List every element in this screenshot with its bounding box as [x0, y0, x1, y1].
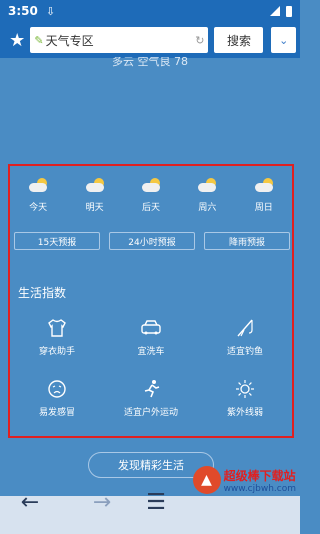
cloudy-sun-icon	[140, 178, 162, 194]
cloudy-sun-icon	[84, 178, 106, 194]
life-index-item[interactable]: 穿衣助手	[10, 316, 104, 357]
signal-icon	[270, 6, 280, 16]
download-icon: ⇩	[45, 4, 56, 18]
menu-icon[interactable]: ☰	[136, 482, 176, 522]
running-icon	[139, 377, 163, 401]
battery-icon	[286, 5, 292, 17]
back-arrow-icon[interactable]: ←	[10, 482, 50, 522]
24-hour-forecast-button[interactable]: 24小时预报	[109, 232, 195, 250]
life-index-item[interactable]: 适宜钓鱼	[198, 316, 292, 357]
forecast-row: 今天 明天 后天 周六 周日	[10, 178, 292, 213]
forecast-day-label: 周日	[254, 203, 273, 213]
status-time: 3:50	[8, 4, 38, 18]
weather-summary: 多云 空气良 78	[112, 57, 188, 68]
forward-arrow-icon[interactable]: →	[82, 482, 122, 522]
uv-sun-icon	[233, 377, 257, 401]
watermark-name: 超级棒下载站	[223, 468, 296, 483]
weather-panel: 今天 明天 后天 周六 周日 15天预报 24小时预报 降雨预报 生活指数 穿衣	[8, 164, 294, 438]
shirt-icon	[45, 316, 69, 340]
forecast-day[interactable]: 明天	[70, 178, 120, 213]
search-input[interactable]: ✎ 天气专区 ↻	[30, 27, 209, 53]
fishing-icon	[233, 316, 257, 340]
life-index-label: 易发感冒	[38, 408, 75, 418]
life-index-label: 适宜户外运动	[123, 408, 178, 418]
15-day-forecast-button[interactable]: 15天预报	[14, 232, 100, 250]
forecast-day-label: 明天	[85, 203, 104, 213]
life-index-label: 穿衣助手	[38, 347, 75, 357]
life-index-grid: 穿衣助手 宜洗车 适宜钓鱼 易发感冒 适宜户外运动 紫外线弱	[10, 316, 292, 418]
life-index-item[interactable]: 宜洗车	[104, 316, 198, 357]
forecast-day[interactable]: 后天	[126, 178, 176, 213]
forecast-day[interactable]: 今天	[13, 178, 63, 213]
search-input-value: 天气专区	[45, 33, 94, 48]
forecast-day[interactable]: 周六	[182, 178, 232, 213]
forecast-day-label: 今天	[29, 203, 48, 213]
sick-face-icon	[45, 377, 69, 401]
forecast-day-label: 后天	[141, 203, 160, 213]
dropdown-chevron-icon[interactable]: ⌄	[271, 27, 297, 53]
watermark-logo-icon: ▲	[192, 466, 221, 494]
forecast-day-label: 周六	[198, 203, 217, 213]
cloudy-sun-icon	[27, 178, 49, 194]
refresh-icon[interactable]: ↻	[195, 34, 204, 47]
forecast-day[interactable]: 周日	[239, 178, 289, 213]
life-index-label: 紫外线弱	[226, 408, 263, 418]
watermark: ▲ 超级棒下载站 www.cjbwh.com	[192, 466, 296, 494]
life-index-label: 宜洗车	[137, 347, 165, 357]
life-index-item[interactable]: 紫外线弱	[198, 377, 292, 418]
forecast-buttons: 15天预报 24小时预报 降雨预报	[14, 232, 290, 250]
rain-forecast-button[interactable]: 降雨预报	[204, 232, 290, 250]
leaf-icon: ✎	[34, 33, 44, 47]
life-index-item[interactable]: 易发感冒	[10, 377, 104, 418]
search-bar: ★ ✎ 天气专区 ↻ 搜索 ⌄	[0, 22, 300, 58]
car-icon	[139, 316, 163, 340]
bookmark-star-icon[interactable]: ★	[4, 26, 30, 54]
cloudy-sun-icon	[253, 178, 275, 194]
search-button[interactable]: 搜索	[214, 27, 264, 53]
cloudy-sun-icon	[196, 178, 218, 194]
life-index-item[interactable]: 适宜户外运动	[104, 377, 198, 418]
status-bar: 3:50 ⇩	[0, 0, 300, 22]
life-index-label: 适宜钓鱼	[226, 347, 263, 357]
watermark-url: www.cjbwh.com	[223, 483, 296, 494]
life-index-title: 生活指数	[18, 286, 67, 300]
